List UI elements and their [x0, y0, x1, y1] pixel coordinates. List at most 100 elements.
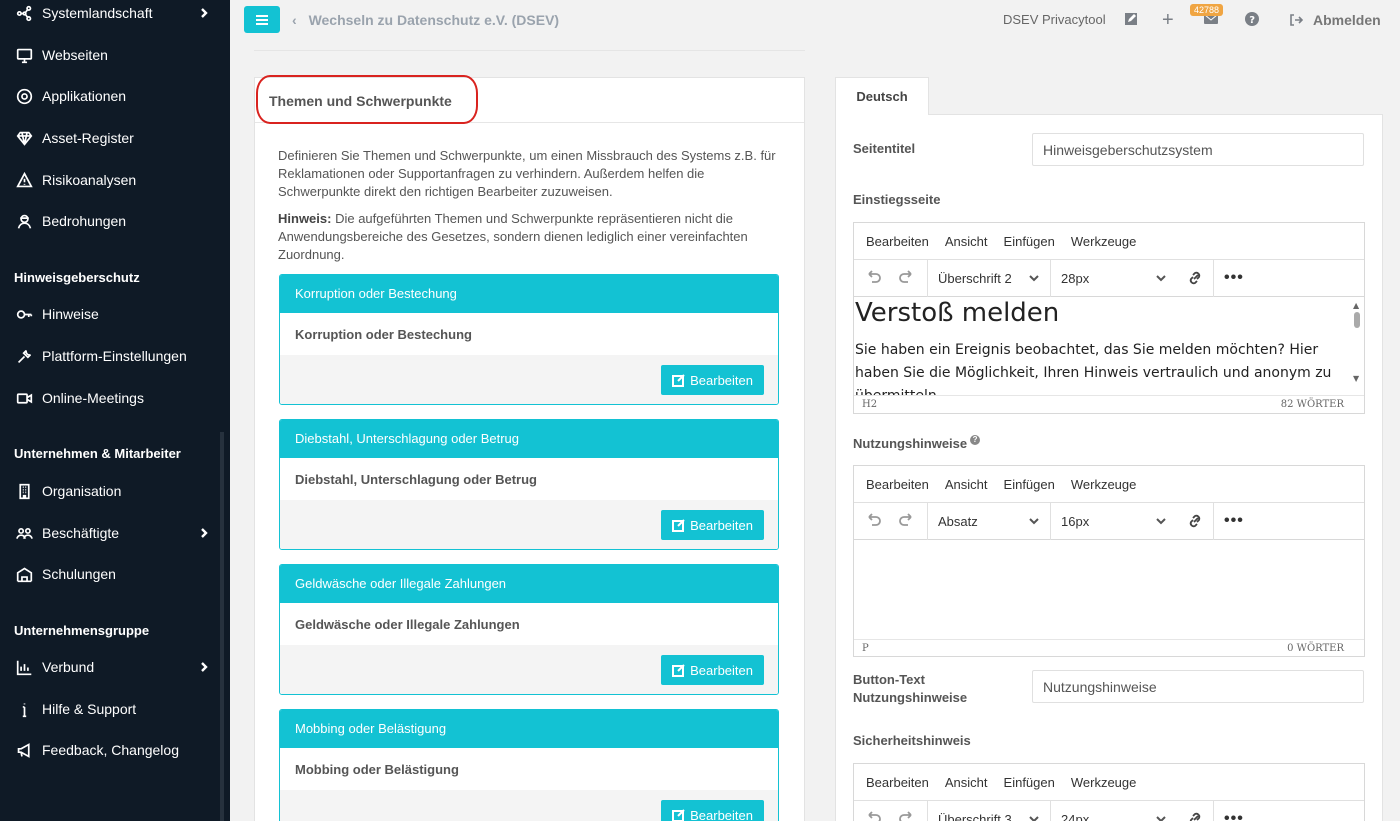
editor-menubar: Bearbeiten Ansicht Einfügen Werkzeuge — [854, 223, 1364, 260]
rich-text-editor-usage[interactable]: Bearbeiten Ansicht Einfügen Werkzeuge Ab… — [853, 465, 1365, 657]
menu-werkzeuge[interactable]: Werkzeuge — [1071, 477, 1137, 492]
editor-menubar: Bearbeiten Ansicht Einfügen Werkzeuge — [854, 764, 1364, 801]
help-icon[interactable]: ? — [970, 435, 981, 445]
edit-topic-button[interactable]: Bearbeiten — [661, 800, 764, 821]
editor-statusbar: P 0 WÖRTER — [854, 639, 1364, 656]
topic-title: Diebstahl, Unterschlagung oder Betrug — [295, 472, 537, 487]
block-format-select[interactable]: Absatz — [928, 502, 1051, 540]
redo-icon[interactable] — [898, 511, 916, 532]
menu-werkzeuge[interactable]: Werkzeuge — [1071, 775, 1137, 790]
sidebar-item-organisation[interactable]: Organisation — [0, 476, 230, 506]
sidebar-item-label: Risikoanalysen — [42, 172, 137, 188]
more-icon[interactable]: ••• — [1214, 810, 1244, 821]
menu-ansicht[interactable]: Ansicht — [945, 234, 988, 249]
menu-ansicht[interactable]: Ansicht — [945, 477, 988, 492]
sidebar-scrollbar[interactable] — [220, 432, 224, 821]
breadcrumb[interactable]: ‹ Wechseln zu Datenschutz e.V. (DSEV) — [292, 12, 559, 28]
menu-bearbeiten[interactable]: Bearbeiten — [866, 477, 929, 492]
more-icon[interactable]: ••• — [1214, 512, 1244, 530]
sidebar-item-beschaeftigte[interactable]: Beschäftigte — [0, 518, 230, 548]
chevron-down-icon — [1029, 518, 1039, 525]
sidebar-item-label: Bedrohungen — [42, 213, 127, 229]
tab-deutsch[interactable]: Deutsch — [835, 77, 929, 115]
plus-icon[interactable]: + — [1162, 9, 1174, 32]
edit-button-label: Bearbeiten — [690, 662, 753, 678]
block-format-select[interactable]: Überschrift 2 — [928, 259, 1051, 297]
undo-icon[interactable] — [864, 511, 882, 532]
editor-scrollbar[interactable]: ▲ ▼ — [1353, 301, 1361, 383]
sidebar-item-label: Schulungen — [42, 566, 116, 582]
chevron-down-icon — [1029, 275, 1039, 282]
edit-icon[interactable] — [1124, 12, 1138, 29]
sidebar-item-asset-register[interactable]: Asset-Register — [0, 123, 230, 153]
editor-heading: Verstoß melden — [855, 298, 1060, 328]
editor-content[interactable]: Verstoß melden Sie haben ein Ereignis be… — [854, 297, 1364, 395]
rich-text-editor-entry[interactable]: Bearbeiten Ansicht Einfügen Werkzeuge Üb… — [853, 222, 1365, 414]
page-title-input[interactable]: Hinweisgeberschutzsystem — [1032, 133, 1364, 166]
sidebar-item-hilfe-support[interactable]: Hilfe & Support — [0, 694, 230, 724]
sidebar-item-verbund[interactable]: Verbund — [0, 652, 230, 682]
menu-ansicht[interactable]: Ansicht — [945, 775, 988, 790]
button-text-input[interactable]: Nutzungshinweise — [1032, 670, 1364, 703]
menu-bearbeiten[interactable]: Bearbeiten — [866, 234, 929, 249]
sidebar-item-systemlandschaft[interactable]: Systemlandschaft — [0, 0, 230, 28]
monitor-icon — [14, 45, 34, 65]
menu-einfuegen[interactable]: Einfügen — [1004, 234, 1055, 249]
logout-button[interactable]: Abmelden — [1289, 12, 1381, 28]
menu-einfuegen[interactable]: Einfügen — [1004, 477, 1055, 492]
help-icon[interactable]: ? — [1245, 12, 1259, 29]
menu-toggle-button[interactable] — [244, 6, 280, 33]
usage-hints-label: Nutzungshinweise? — [853, 435, 981, 453]
edit-icon — [672, 809, 685, 821]
undo-icon[interactable] — [864, 809, 882, 821]
redo-icon[interactable] — [898, 268, 916, 289]
sidebar-item-feedback[interactable]: Feedback, Changelog — [0, 735, 230, 765]
block-format-value: Überschrift 3 — [938, 811, 1012, 821]
editor-content[interactable] — [854, 540, 1364, 639]
redo-icon[interactable] — [898, 809, 916, 821]
font-size-select[interactable]: 24px — [1051, 801, 1177, 821]
link-icon[interactable] — [1177, 800, 1214, 821]
topic-header: Korruption oder Bestechung — [280, 275, 778, 313]
edit-topic-button[interactable]: Bearbeiten — [661, 365, 764, 395]
topbar: ‹ Wechseln zu Datenschutz e.V. (DSEV) — [230, 0, 1400, 42]
topic-footer: Bearbeiten — [280, 645, 778, 694]
menu-bearbeiten[interactable]: Bearbeiten — [866, 775, 929, 790]
link-icon[interactable] — [1177, 259, 1214, 297]
more-icon[interactable]: ••• — [1214, 269, 1244, 287]
info-icon — [14, 699, 34, 719]
link-icon[interactable] — [1177, 502, 1214, 540]
editor-toolbar: Absatz 16px ••• — [854, 502, 1364, 540]
undo-icon[interactable] — [864, 268, 882, 289]
sidebar-item-label: Online-Meetings — [42, 390, 144, 406]
block-format-select[interactable]: Überschrift 3 — [928, 800, 1051, 821]
font-size-select[interactable]: 16px — [1051, 503, 1177, 540]
edit-topic-button[interactable]: Bearbeiten — [661, 655, 764, 685]
sidebar-item-risikoanalysen[interactable]: Risikoanalysen — [0, 165, 230, 195]
menu-werkzeuge[interactable]: Werkzeuge — [1071, 234, 1137, 249]
sidebar-item-online-meetings[interactable]: Online-Meetings — [0, 383, 230, 413]
menu-einfuegen[interactable]: Einfügen — [1004, 775, 1055, 790]
chevron-down-icon — [1029, 816, 1039, 821]
edit-button-label: Bearbeiten — [690, 372, 753, 388]
sidebar-item-hinweise[interactable]: Hinweise — [0, 299, 230, 329]
chevron-down-icon — [1156, 275, 1166, 282]
rich-text-editor-security[interactable]: Bearbeiten Ansicht Einfügen Werkzeuge Üb… — [853, 763, 1365, 821]
sidebar-item-label: Applikationen — [42, 88, 127, 104]
sidebar-item-label: Systemlandschaft — [42, 5, 153, 21]
sidebar-item-plattform-einstellungen[interactable]: Plattform-Einstellungen — [0, 341, 230, 371]
sidebar-item-schulungen[interactable]: Schulungen — [0, 559, 230, 589]
megaphone-icon — [14, 740, 34, 760]
sidebar-item-bedrohungen[interactable]: Bedrohungen — [0, 206, 230, 236]
font-size-value: 28px — [1061, 270, 1090, 286]
edit-topic-button[interactable]: Bearbeiten — [661, 510, 764, 540]
sidebar-item-label: Beschäftigte — [42, 525, 120, 541]
editor-toolbar: Überschrift 2 28px ••• — [854, 259, 1364, 297]
warning-icon — [14, 170, 34, 190]
font-size-select[interactable]: 28px — [1051, 260, 1177, 297]
sidebar-item-applikationen[interactable]: Applikationen — [0, 81, 230, 111]
school-icon — [14, 564, 34, 584]
topic-card: Mobbing oder Belästigung Mobbing oder Be… — [279, 709, 779, 821]
sidebar-item-webseiten[interactable]: Webseiten — [0, 40, 230, 70]
intro-paragraph: Definieren Sie Themen und Schwerpunkte, … — [278, 148, 776, 199]
